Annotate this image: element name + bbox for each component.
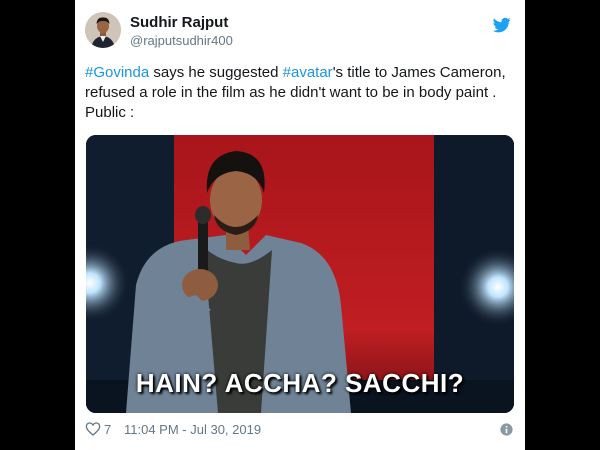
info-icon[interactable]	[500, 423, 513, 436]
tweet-text-part: says he suggested	[149, 64, 283, 81]
tweet-card: Sudhir Rajput @rajputsudhir400 #Govinda …	[75, 0, 525, 450]
meme-caption: HAIN? ACCHA? SACCHI?	[135, 368, 465, 398]
display-name[interactable]: Sudhir Rajput	[130, 14, 228, 31]
avatar-image	[85, 12, 121, 48]
tweet-text: #Govinda says he suggested #avatar's tit…	[85, 63, 517, 123]
tweet-footer: 7 11:04 PM - Jul 30, 2019	[85, 420, 515, 440]
timestamp[interactable]: 11:04 PM - Jul 30, 2019	[124, 422, 261, 437]
user-handle[interactable]: @rajputsudhir400	[130, 33, 233, 48]
heart-icon[interactable]	[85, 421, 101, 437]
hashtag-govinda[interactable]: #Govinda	[85, 64, 149, 81]
tweet-media[interactable]: HAIN? ACCHA? SACCHI?	[86, 135, 514, 413]
hashtag-avatar[interactable]: #avatar	[283, 64, 333, 81]
like-count: 7	[104, 422, 112, 437]
tweet-header: Sudhir Rajput @rajputsudhir400	[85, 12, 515, 52]
avatar[interactable]	[85, 12, 121, 48]
twitter-bird-icon[interactable]	[493, 16, 511, 34]
